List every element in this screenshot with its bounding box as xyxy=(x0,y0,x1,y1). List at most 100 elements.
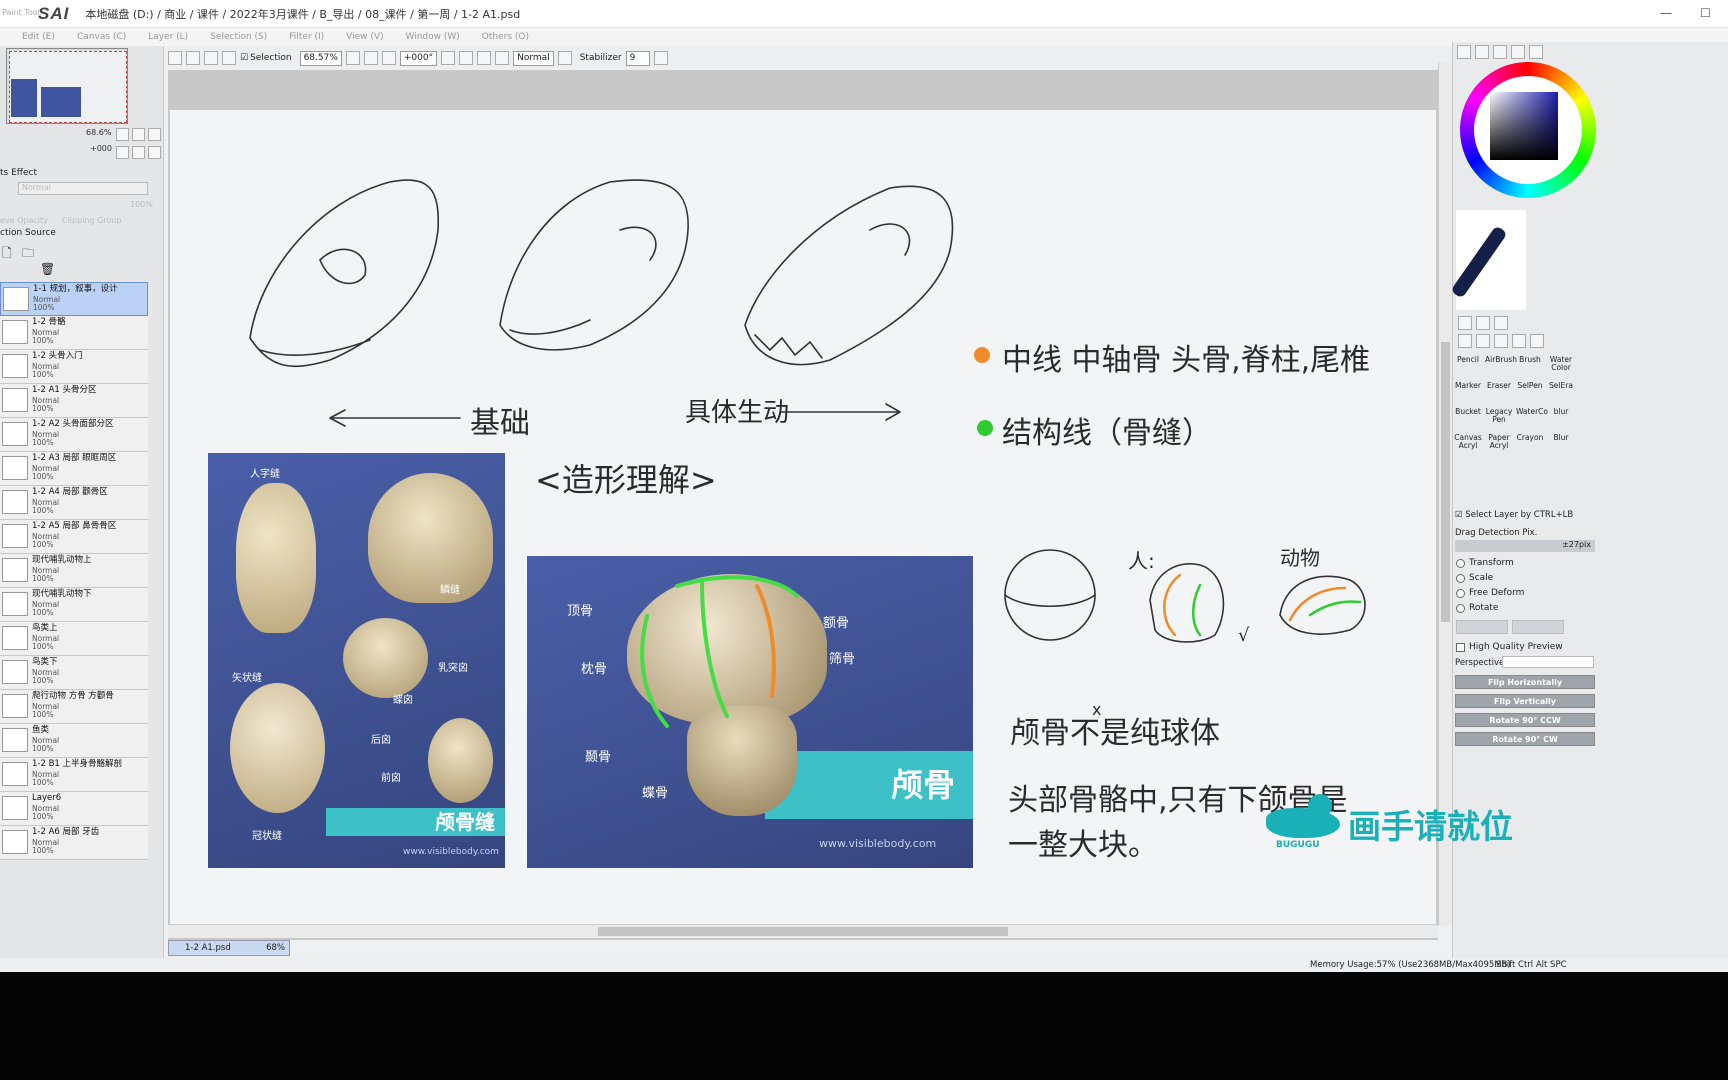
tool-canvas-acryl[interactable]: Canvas Acryl xyxy=(1454,434,1482,450)
color-wheel-tab-icon[interactable] xyxy=(1457,45,1471,59)
layer-row[interactable]: 1-2 A1 头骨分区 Normal 100% xyxy=(0,384,148,418)
stabilizer-dropdown-icon[interactable] xyxy=(653,51,668,65)
tool-waterco[interactable]: WaterCo xyxy=(1516,408,1548,416)
tool-eraser[interactable]: Eraser xyxy=(1485,382,1513,390)
layer-row[interactable]: 1-2 A6 局部 牙齿 Normal 100% xyxy=(0,826,148,860)
deselect-icon[interactable] xyxy=(204,51,218,65)
layer-opacity[interactable]: 100% xyxy=(130,200,153,209)
tool-crayon[interactable]: Crayon xyxy=(1516,434,1544,442)
new-folder-icon[interactable]: 🗀 xyxy=(22,244,34,265)
tool-legacy-pen[interactable]: Legacy Pen xyxy=(1485,408,1513,424)
scratchpad-tab-icon[interactable] xyxy=(1529,45,1543,59)
nav-rot0-icon[interactable] xyxy=(148,146,161,159)
rotate-left-icon[interactable] xyxy=(441,51,456,65)
layer-row[interactable]: 鸟类上 Normal 100% xyxy=(0,622,148,656)
nav-fit-icon[interactable] xyxy=(148,128,161,141)
rgb-slider-tab-icon[interactable] xyxy=(1475,45,1489,59)
cancel-button[interactable] xyxy=(1512,620,1564,634)
layer-row[interactable]: 鱼类 Normal 100% xyxy=(0,724,148,758)
rect-select-icon[interactable] xyxy=(1458,316,1472,330)
mode-icon[interactable] xyxy=(557,51,572,65)
invert-icon[interactable] xyxy=(222,51,236,65)
menu-layer[interactable]: Layer (L) xyxy=(148,32,188,42)
layer-row[interactable]: 1-2 头骨入门 Normal 100% xyxy=(0,350,148,384)
tool-water-color[interactable]: Water Color xyxy=(1547,356,1575,372)
layer-mode-select[interactable]: Normal xyxy=(18,182,148,195)
layer-row[interactable]: 1-2 B1 上半身骨骼解剖 Normal 100% xyxy=(0,758,148,792)
tool-blur[interactable]: blur xyxy=(1547,408,1575,416)
layer-row[interactable]: 1-1 规划，叙事，设计 Normal 100% xyxy=(0,282,148,316)
tool-blur[interactable]: Blur xyxy=(1547,434,1575,442)
tool-brush[interactable]: Brush xyxy=(1516,356,1544,364)
swatches-tab-icon[interactable] xyxy=(1511,45,1525,59)
stabilizer-select[interactable]: 9 xyxy=(625,50,650,66)
move-icon[interactable] xyxy=(1458,334,1472,348)
select-layer-option[interactable]: ☑ Select Layer by CTRL+LB xyxy=(1455,510,1573,520)
radio-rotate[interactable]: Rotate xyxy=(1456,603,1498,613)
zoom-in-icon[interactable] xyxy=(363,51,378,65)
navigator-preview[interactable] xyxy=(6,48,128,124)
radio-scale[interactable]: Scale xyxy=(1456,573,1493,583)
nav-zoom-in-icon[interactable] xyxy=(132,128,145,141)
rotate-ccw-button[interactable]: Rotate 90° CCW xyxy=(1455,713,1595,727)
maximize-icon[interactable]: ☐ xyxy=(1700,6,1711,20)
hsv-slider-tab-icon[interactable] xyxy=(1493,45,1507,59)
document-tab[interactable]: 1-2 A1.psd 68% xyxy=(168,940,290,956)
layer-row[interactable]: 1-2 骨骼 Normal 100% xyxy=(0,316,148,350)
blend-mode-select[interactable]: Normal xyxy=(513,50,554,66)
zoom-field[interactable]: 68.57% xyxy=(299,50,342,66)
redo-icon[interactable] xyxy=(186,51,200,65)
tool-marker[interactable]: Marker xyxy=(1454,382,1482,390)
minimize-icon[interactable]: — xyxy=(1660,6,1672,20)
zoom-reset-icon[interactable] xyxy=(381,51,396,65)
canvas[interactable]: 基础 具体生动 <造形理解> 中线 中轴骨 头骨,脊柱,尾椎 结构线（骨缝） x… xyxy=(170,110,1436,930)
rotate-reset-icon[interactable] xyxy=(477,51,492,65)
layer-row[interactable]: 现代哺乳动物上 Normal 100% xyxy=(0,554,148,588)
layer-row[interactable]: 1-2 A4 局部 颧骨区 Normal 100% xyxy=(0,486,148,520)
eyedropper-icon[interactable] xyxy=(1530,334,1544,348)
clipping-group-label[interactable]: Clipping Group xyxy=(62,216,121,225)
nav-rotl-icon[interactable] xyxy=(116,146,129,159)
rotate-cw-button[interactable]: Rotate 90° CW xyxy=(1455,732,1595,746)
menu-window[interactable]: Window (W) xyxy=(406,32,460,42)
menu-view[interactable]: View (V) xyxy=(346,32,383,42)
tool-selera[interactable]: SelEra xyxy=(1547,382,1575,390)
menu-canvas[interactable]: Canvas (C) xyxy=(77,32,126,42)
color-wheel[interactable] xyxy=(1460,62,1596,198)
layer-row[interactable]: 鸟类下 Normal 100% xyxy=(0,656,148,690)
nav-zoom-out-icon[interactable] xyxy=(116,128,129,141)
hq-preview-checkbox[interactable]: High Quality Preview xyxy=(1456,642,1563,652)
color-square[interactable] xyxy=(1490,92,1558,160)
zoom-tool-icon[interactable] xyxy=(1476,334,1490,348)
flip-icon[interactable] xyxy=(495,51,510,65)
layer-row[interactable]: Layer6 Normal 100% xyxy=(0,792,148,826)
drag-detection-slider[interactable]: ±27pix xyxy=(1455,540,1595,552)
protect-opacity-label[interactable]: eve Opacity xyxy=(0,216,48,225)
perspective-field[interactable] xyxy=(1502,656,1594,668)
tool-bucket[interactable]: Bucket xyxy=(1454,408,1482,416)
tool-pencil[interactable]: Pencil xyxy=(1454,356,1482,364)
new-layer-icon[interactable]: 🗋 xyxy=(2,244,12,265)
menu-edit[interactable]: Edit (E) xyxy=(22,32,55,42)
menu-others[interactable]: Others (O) xyxy=(482,32,529,42)
layer-row[interactable]: 1-2 A5 局部 鼻骨骨区 Normal 100% xyxy=(0,520,148,554)
radio-transform[interactable]: Transform xyxy=(1456,558,1514,568)
flip-vertical-button[interactable]: Flip Vertically xyxy=(1455,694,1595,708)
layer-row[interactable]: 1-2 A2 头骨面部分区 Normal 100% xyxy=(0,418,148,452)
rotate-right-icon[interactable] xyxy=(459,51,474,65)
vertical-scrollbar[interactable] xyxy=(1438,62,1452,926)
tool-paper-acryl[interactable]: Paper Acryl xyxy=(1485,434,1513,450)
menu-selection[interactable]: Selection (S) xyxy=(210,32,267,42)
tool-selpen[interactable]: SelPen xyxy=(1516,382,1544,390)
flip-horizontal-button[interactable]: Flip Horizontally xyxy=(1455,675,1595,689)
menu-filter[interactable]: Filter (I) xyxy=(289,32,324,42)
tool-airbrush[interactable]: AirBrush xyxy=(1485,356,1517,364)
hand-tool-icon[interactable] xyxy=(1494,334,1508,348)
ok-button[interactable] xyxy=(1456,620,1508,634)
angle-field[interactable]: +000° xyxy=(399,50,438,66)
rotate-tool-icon[interactable] xyxy=(1512,334,1526,348)
layer-row[interactable]: 1-2 A3 局部 眼眶周区 Normal 100% xyxy=(0,452,148,486)
scratchpad[interactable] xyxy=(1450,210,1526,310)
nav-rotr-icon[interactable] xyxy=(132,146,145,159)
lasso-icon[interactable] xyxy=(1476,316,1490,330)
